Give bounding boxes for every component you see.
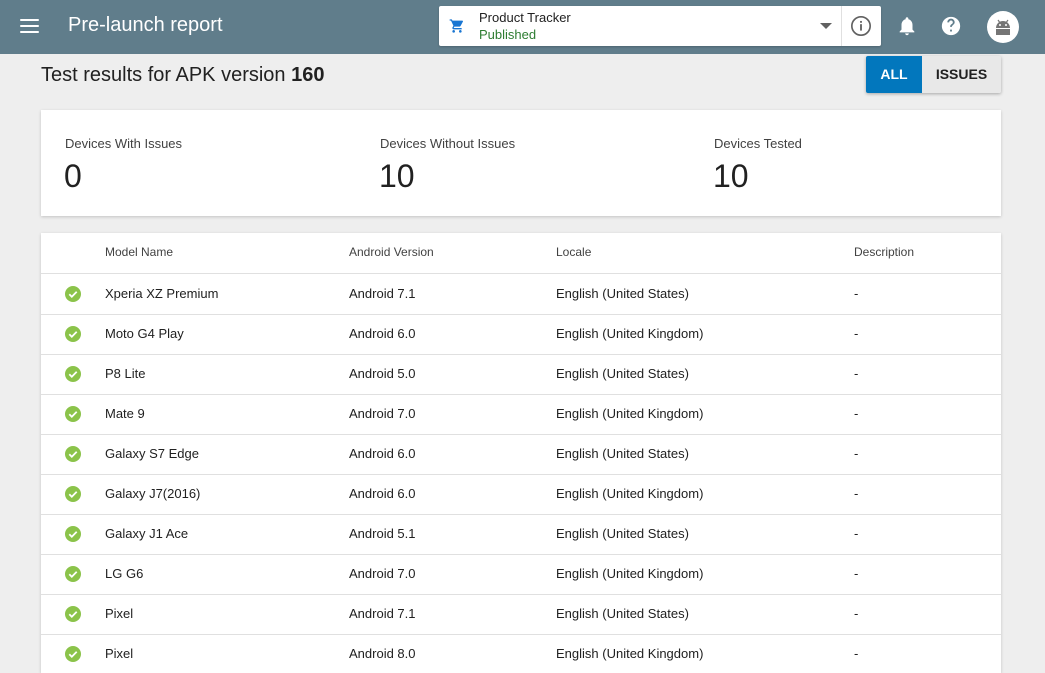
check-circle-icon bbox=[65, 286, 81, 302]
apk-version: 160 bbox=[291, 64, 325, 86]
description: - bbox=[854, 486, 859, 501]
description: - bbox=[854, 526, 859, 541]
android-version: Android 8.0 bbox=[349, 646, 416, 661]
locale: English (United States) bbox=[556, 366, 689, 381]
android-version: Android 7.0 bbox=[349, 406, 416, 421]
locale: English (United States) bbox=[556, 286, 689, 301]
description: - bbox=[854, 566, 859, 581]
check-circle-icon bbox=[65, 566, 81, 582]
model-name: Pixel bbox=[105, 606, 134, 621]
check-circle-icon bbox=[65, 366, 81, 382]
app-selector[interactable]: Product Tracker Published bbox=[439, 6, 881, 46]
info-icon[interactable] bbox=[850, 15, 872, 37]
android-avatar-icon[interactable] bbox=[987, 11, 1019, 43]
table-row[interactable]: Pixel Android 8.0 English (United Kingdo… bbox=[41, 634, 1001, 673]
android-version: Android 6.0 bbox=[349, 326, 416, 341]
locale: English (United Kingdom) bbox=[556, 486, 704, 501]
table-row[interactable]: Pixel Android 7.1 English (United States… bbox=[41, 594, 1001, 635]
column-header-description[interactable]: Description bbox=[854, 245, 914, 259]
model-name: P8 Lite bbox=[105, 366, 146, 381]
model-name: Moto G4 Play bbox=[105, 326, 184, 341]
bell-icon[interactable] bbox=[896, 15, 918, 37]
devices-with-issues-label: Devices With Issues bbox=[65, 136, 183, 151]
app-title: Pre-launch report bbox=[68, 14, 223, 36]
page-title-prefix: Test results for APK version bbox=[41, 64, 286, 86]
table-row[interactable]: Galaxy J1 Ace Android 5.1 English (Unite… bbox=[41, 514, 1001, 555]
help-icon[interactable] bbox=[940, 15, 962, 37]
description: - bbox=[854, 606, 859, 621]
locale: English (United Kingdom) bbox=[556, 406, 704, 421]
description: - bbox=[854, 366, 859, 381]
table-row[interactable]: P8 Lite Android 5.0 English (United Stat… bbox=[41, 354, 1001, 395]
menu-icon[interactable] bbox=[20, 17, 40, 37]
check-circle-icon bbox=[65, 406, 81, 422]
locale: English (United Kingdom) bbox=[556, 566, 704, 581]
devices-tested-value: 10 bbox=[713, 158, 749, 194]
devices-table: Model Name Android Version Locale Descri… bbox=[41, 233, 1001, 673]
model-name: Mate 9 bbox=[105, 406, 145, 421]
column-header-model[interactable]: Model Name bbox=[105, 245, 173, 259]
description: - bbox=[854, 446, 859, 461]
devices-with-issues-value: 0 bbox=[64, 158, 82, 194]
top-app-bar: Pre-launch report Product Tracker Publis… bbox=[0, 0, 1045, 54]
android-version: Android 5.1 bbox=[349, 526, 416, 541]
shopping-cart-icon bbox=[449, 19, 464, 33]
devices-without-issues-label: Devices Without Issues bbox=[380, 136, 516, 151]
divider bbox=[841, 6, 842, 46]
locale: English (United Kingdom) bbox=[556, 646, 704, 661]
description: - bbox=[854, 286, 859, 301]
column-header-locale[interactable]: Locale bbox=[556, 245, 591, 259]
filter-issues-button[interactable]: ISSUES bbox=[922, 56, 1001, 93]
description: - bbox=[854, 326, 859, 341]
filter-all-button[interactable]: ALL bbox=[866, 56, 922, 93]
model-name: Pixel bbox=[105, 646, 134, 661]
locale: English (United States) bbox=[556, 446, 689, 461]
check-circle-icon bbox=[65, 326, 81, 342]
chevron-down-icon[interactable] bbox=[820, 23, 832, 29]
description: - bbox=[854, 646, 859, 661]
locale: English (United Kingdom) bbox=[556, 326, 704, 341]
check-circle-icon bbox=[65, 606, 81, 622]
model-name: LG G6 bbox=[105, 566, 144, 581]
android-version: Android 7.0 bbox=[349, 566, 416, 581]
table-row[interactable]: LG G6 Android 7.0 English (United Kingdo… bbox=[41, 554, 1001, 595]
android-version: Android 6.0 bbox=[349, 446, 416, 461]
android-version: Android 5.0 bbox=[349, 366, 416, 381]
locale: English (United States) bbox=[556, 526, 689, 541]
page-title: Test results for APK version 160 bbox=[41, 64, 324, 87]
android-version: Android 6.0 bbox=[349, 486, 416, 501]
locale: English (United States) bbox=[556, 606, 689, 621]
app-name: Product Tracker bbox=[479, 10, 571, 25]
android-version: Android 7.1 bbox=[349, 606, 416, 621]
model-name: Galaxy S7 Edge bbox=[105, 446, 199, 461]
check-circle-icon bbox=[65, 486, 81, 502]
table-row[interactable]: Galaxy S7 Edge Android 6.0 English (Unit… bbox=[41, 434, 1001, 475]
column-header-android-version[interactable]: Android Version bbox=[349, 245, 434, 259]
table-row[interactable]: Moto G4 Play Android 6.0 English (United… bbox=[41, 314, 1001, 355]
check-circle-icon bbox=[65, 526, 81, 542]
model-name: Xperia XZ Premium bbox=[105, 286, 219, 301]
table-row[interactable]: Mate 9 Android 7.0 English (United Kingd… bbox=[41, 394, 1001, 435]
devices-without-issues-value: 10 bbox=[379, 158, 415, 194]
summary-card: Devices With Issues 0 Devices Without Is… bbox=[41, 110, 1001, 216]
check-circle-icon bbox=[65, 446, 81, 462]
table-row[interactable]: Galaxy J7(2016) Android 6.0 English (Uni… bbox=[41, 474, 1001, 515]
model-name: Galaxy J7(2016) bbox=[105, 486, 201, 501]
app-status: Published bbox=[479, 27, 537, 42]
devices-tested-label: Devices Tested bbox=[714, 136, 802, 151]
filter-toggle-group: ALL ISSUES bbox=[866, 56, 1001, 93]
android-version: Android 7.1 bbox=[349, 286, 416, 301]
description: - bbox=[854, 406, 859, 421]
model-name: Galaxy J1 Ace bbox=[105, 526, 189, 541]
table-row[interactable]: Xperia XZ Premium Android 7.1 English (U… bbox=[41, 274, 1001, 315]
